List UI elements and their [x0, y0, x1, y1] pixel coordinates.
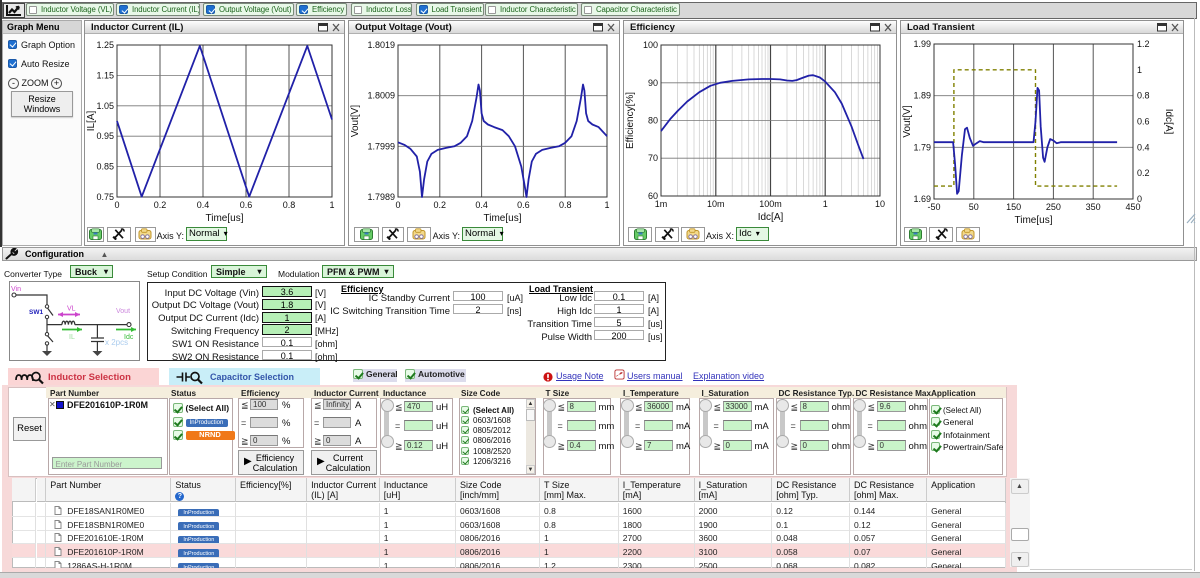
svg-text:-50: -50	[927, 202, 940, 212]
svg-text:Vout[V]: Vout[V]	[902, 105, 913, 137]
svg-text:0.2: 0.2	[154, 200, 167, 210]
svg-text:Time[us]: Time[us]	[1015, 215, 1053, 226]
svg-text:0.8: 0.8	[283, 200, 296, 210]
svg-text:1.8009: 1.8009	[367, 91, 395, 101]
svg-text:VL: VL	[67, 306, 76, 313]
svg-text:1.15: 1.15	[96, 70, 114, 80]
svg-text:1.99: 1.99	[913, 39, 931, 49]
svg-text:1.79: 1.79	[913, 142, 931, 152]
svg-text:1.7989: 1.7989	[367, 192, 395, 202]
svg-text:1m: 1m	[655, 199, 668, 209]
svg-text:IL[A]: IL[A]	[86, 111, 97, 132]
svg-text:1.89: 1.89	[913, 91, 931, 101]
svg-text:1: 1	[329, 200, 334, 210]
svg-text:90: 90	[648, 78, 658, 88]
svg-text:250: 250	[1046, 202, 1061, 212]
svg-text:Vin: Vin	[11, 286, 21, 293]
svg-text:70: 70	[648, 153, 658, 163]
svg-text:80: 80	[648, 116, 658, 126]
svg-text:Vout[V]: Vout[V]	[350, 105, 361, 137]
svg-text:10m: 10m	[707, 199, 725, 209]
svg-text:Time[us]: Time[us]	[206, 213, 244, 224]
svg-text:0: 0	[114, 200, 119, 210]
svg-text:SW1: SW1	[29, 309, 43, 316]
svg-text:Time[us]: Time[us]	[484, 213, 522, 224]
svg-text:0: 0	[395, 200, 400, 210]
svg-text:IL: IL	[69, 334, 75, 341]
svg-text:450: 450	[1125, 202, 1140, 212]
svg-text:Idc[A]: Idc[A]	[758, 212, 784, 223]
svg-text:1: 1	[823, 199, 828, 209]
svg-text:0.6: 0.6	[1137, 117, 1150, 127]
svg-text:0.8: 0.8	[559, 200, 572, 210]
svg-text:Efficiency[%]: Efficiency[%]	[625, 92, 636, 149]
svg-text:0.4: 0.4	[475, 200, 488, 210]
svg-text:350: 350	[1086, 202, 1101, 212]
svg-text:0.95: 0.95	[96, 131, 114, 141]
svg-text:150: 150	[1006, 202, 1021, 212]
svg-text:0.2: 0.2	[434, 200, 447, 210]
svg-text:1.2: 1.2	[1137, 39, 1150, 49]
svg-text:0.75: 0.75	[96, 192, 114, 202]
svg-text:0.8: 0.8	[1137, 91, 1150, 101]
svg-text:Idc[A]: Idc[A]	[1163, 109, 1174, 135]
svg-text:0.6: 0.6	[517, 200, 530, 210]
svg-text:1.8019: 1.8019	[367, 40, 395, 50]
svg-text:100: 100	[643, 40, 658, 50]
svg-text:1: 1	[1137, 65, 1142, 75]
svg-text:0.85: 0.85	[96, 162, 114, 172]
svg-text:10: 10	[875, 199, 885, 209]
svg-text:0.4: 0.4	[1137, 142, 1150, 152]
svg-text:1: 1	[604, 200, 609, 210]
svg-text:0.4: 0.4	[197, 200, 210, 210]
svg-text:1.05: 1.05	[96, 101, 114, 111]
svg-text:0.6: 0.6	[240, 200, 253, 210]
svg-text:100m: 100m	[759, 199, 782, 209]
svg-text:50: 50	[969, 202, 979, 212]
svg-text:1.7999: 1.7999	[367, 141, 395, 151]
svg-text:1.25: 1.25	[96, 40, 114, 50]
svg-text:0.2: 0.2	[1137, 168, 1150, 178]
